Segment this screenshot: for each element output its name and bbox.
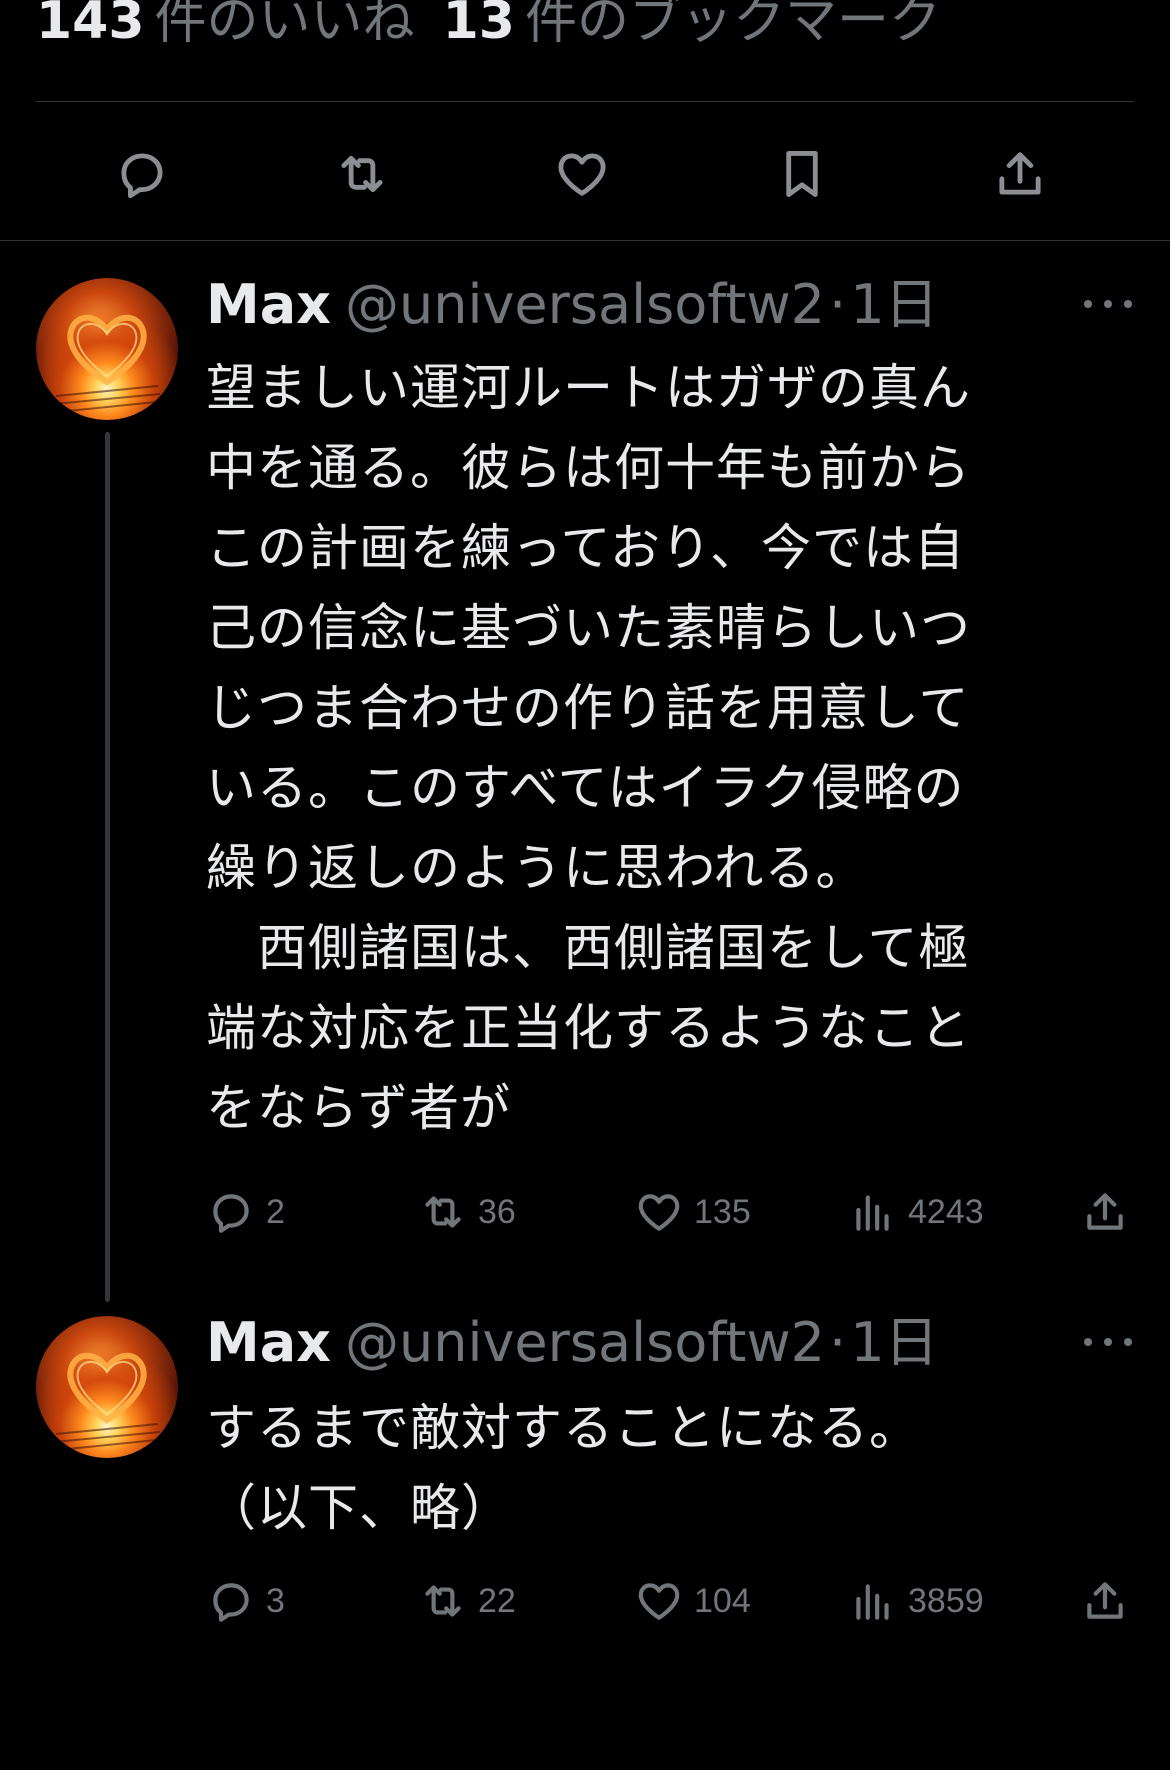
fire-heart-image (53, 1352, 161, 1451)
share-button[interactable] (988, 142, 1052, 206)
retweet-count: 22 (478, 1581, 516, 1620)
display-name[interactable]: Max (206, 1308, 331, 1378)
reply-icon (213, 1583, 249, 1622)
views-button[interactable]: 4243 (848, 1187, 984, 1237)
retweet-icon (341, 155, 383, 193)
bookmark-button[interactable] (770, 142, 834, 206)
timestamp[interactable]: 1日 (850, 1308, 938, 1378)
like-button[interactable]: 104 (634, 1576, 751, 1626)
user-handle[interactable]: @universalsoftw2 (345, 270, 825, 340)
reply-icon (213, 1194, 249, 1233)
more-button[interactable] (1084, 294, 1132, 314)
more-button[interactable] (1084, 1332, 1132, 1352)
like-button[interactable] (550, 142, 614, 206)
avatar[interactable] (36, 278, 178, 420)
views-icon (856, 1195, 889, 1231)
likes-count[interactable]: 143 (36, 0, 145, 56)
more-icon (1084, 1338, 1092, 1346)
retweet-icon (425, 1196, 461, 1228)
tweet-header: Max @universalsoftw2 · 1日 (206, 270, 939, 340)
retweet-count: 36 (478, 1192, 516, 1231)
share-icon (1087, 1193, 1123, 1230)
tweet-text: 望ましい運河ルートはガザの真ん 中を通る。彼らは何十年も前から この計画を練って… (206, 359, 971, 1137)
views-count: 3859 (908, 1581, 984, 1620)
views-icon (856, 1584, 889, 1620)
share-icon (1087, 1582, 1123, 1619)
more-icon (1084, 300, 1092, 308)
share-icon (999, 152, 1041, 195)
share-button[interactable] (1080, 1187, 1130, 1237)
likes-label[interactable]: 件のいいね (155, 0, 415, 56)
divider (36, 101, 1134, 102)
bookmarks-count[interactable]: 13 (443, 0, 515, 56)
reply-icon (121, 153, 163, 199)
retweet-button[interactable]: 36 (418, 1187, 516, 1237)
reply-count: 2 (266, 1192, 285, 1231)
bookmarks-label[interactable]: 件のブックマーク (525, 0, 941, 56)
like-count: 104 (694, 1581, 751, 1620)
separator: · (829, 273, 847, 336)
retweet-button[interactable] (330, 142, 394, 206)
views-count: 4243 (908, 1192, 984, 1231)
timestamp[interactable]: 1日 (850, 270, 938, 340)
thread-line (105, 432, 110, 1302)
share-button[interactable] (1080, 1576, 1130, 1626)
heart-icon (558, 153, 606, 196)
reply-button[interactable]: 3 (206, 1576, 285, 1626)
engagement-stats: 143 件のいいね 13 件のブックマーク (36, 0, 941, 56)
avatar[interactable] (36, 1316, 178, 1458)
tweet-text: するまで敵対することになる。 （以下、略） (206, 1399, 920, 1537)
fire-heart-image (53, 314, 161, 413)
reply-button[interactable]: 2 (206, 1187, 285, 1237)
user-handle[interactable]: @universalsoftw2 (345, 1308, 825, 1378)
heart-icon (638, 1194, 680, 1231)
reply-button[interactable] (110, 142, 174, 206)
like-button[interactable]: 135 (634, 1187, 751, 1237)
tweet-header: Max @universalsoftw2 · 1日 (206, 1308, 939, 1378)
display-name[interactable]: Max (206, 270, 331, 340)
views-button[interactable]: 3859 (848, 1576, 984, 1626)
retweet-button[interactable]: 22 (418, 1576, 516, 1626)
divider (0, 240, 1170, 241)
like-count: 135 (694, 1192, 751, 1231)
bookmark-icon (786, 151, 818, 197)
reply-count: 3 (266, 1581, 285, 1620)
heart-icon (638, 1583, 680, 1620)
separator: · (829, 1311, 847, 1374)
retweet-icon (425, 1585, 461, 1617)
